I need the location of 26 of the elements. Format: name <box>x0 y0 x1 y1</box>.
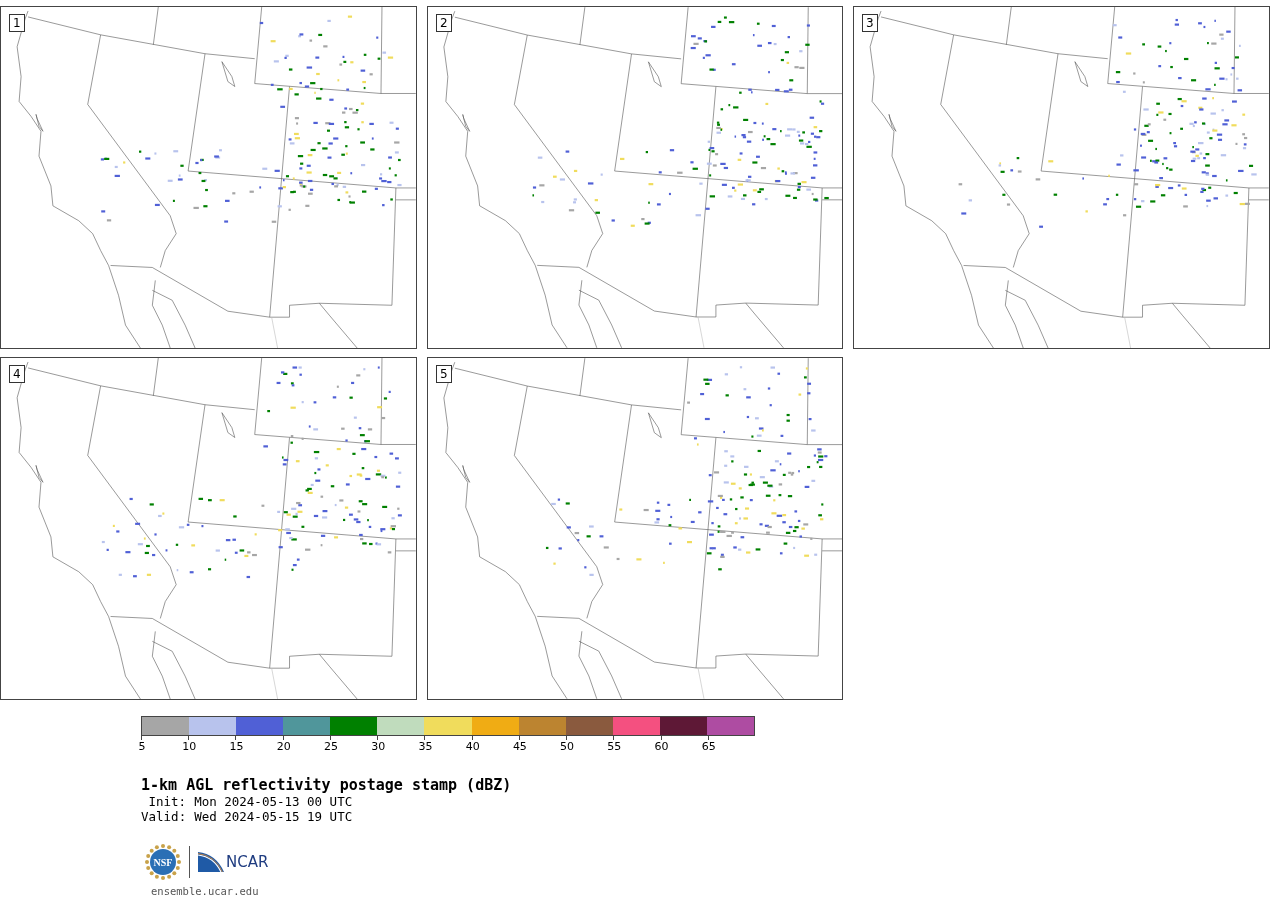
panel-label: 5 <box>436 365 452 383</box>
panel-label: 2 <box>436 14 452 32</box>
tick-label: 65 <box>701 740 716 753</box>
tick-label: 40 <box>465 740 480 753</box>
time-label: Valid: <box>141 809 187 824</box>
tick-label: 35 <box>418 740 433 753</box>
tick-label: 30 <box>371 740 386 753</box>
plot-title: 1-km AGL reflectivity postage stamp (dBZ) <box>141 776 513 794</box>
tick-label: 15 <box>229 740 244 753</box>
tick-label: 25 <box>323 740 338 753</box>
tick-label: 10 <box>182 740 197 753</box>
time-label: Init: <box>147 794 187 809</box>
tick-label: 60 <box>654 740 669 753</box>
panel-label: 1 <box>9 14 25 32</box>
panel-label: 3 <box>862 14 878 32</box>
swoosh-icon <box>198 852 224 872</box>
logo-text: NCAR <box>226 853 269 871</box>
tick-label: 5 <box>138 740 146 753</box>
time-value: Wed 2024-05-15 19 UTC <box>194 809 353 824</box>
tick-label: 50 <box>560 740 575 753</box>
site-link[interactable]: ensemble.ucar.edu <box>151 885 259 897</box>
tick-label: 20 <box>276 740 291 753</box>
panel-label: 4 <box>9 365 25 383</box>
tick-label: 45 <box>512 740 527 753</box>
tick-label: 55 <box>607 740 622 753</box>
time-value: Mon 2024-05-13 00 UTC <box>194 794 353 809</box>
